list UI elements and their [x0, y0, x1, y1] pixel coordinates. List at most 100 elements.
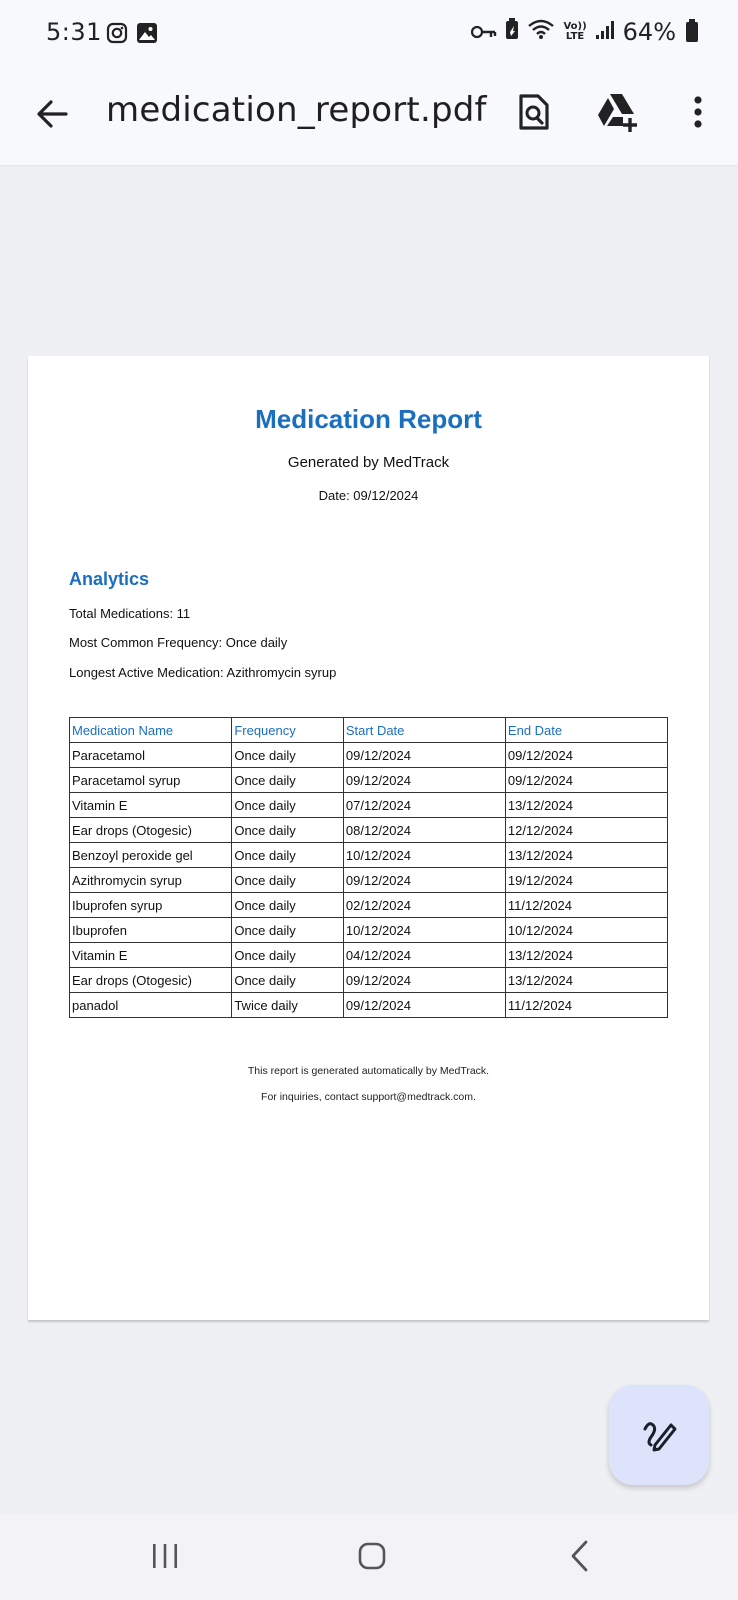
status-time: 5:31	[46, 18, 102, 46]
longest-active-medication: Longest Active Medication: Azithromycin …	[69, 665, 337, 680]
app-bar: medication_report.pdf	[0, 68, 738, 165]
table-cell: Benzoyl peroxide gel	[68, 842, 233, 868]
table-cell: Once daily	[231, 842, 344, 868]
table-cell: 11/12/2024	[504, 892, 669, 918]
report-footer-note: This report is generated automatically b…	[247, 1065, 490, 1077]
table-cell: 11/12/2024	[504, 992, 669, 1018]
vpn-key-icon	[471, 18, 497, 46]
table-cell: Paracetamol	[68, 742, 233, 768]
back-arrow-icon	[32, 100, 72, 138]
more-vert-icon	[692, 94, 704, 135]
report-footer-contact: For inquiries, contact support@medtrack.…	[261, 1091, 476, 1103]
table-header-row: Medication Name Frequency Start Date End…	[68, 717, 669, 743]
table-cell: 09/12/2024	[342, 992, 506, 1018]
recents-icon	[150, 1542, 180, 1575]
total-medications: Total Medications: 11	[69, 606, 191, 621]
table-cell: Vitamin E	[68, 942, 233, 968]
table-cell: Once daily	[231, 767, 344, 793]
status-bar: 5:31 Vo)) LTE 64%	[0, 0, 738, 68]
table-cell: Ear drops (Otogesic)	[68, 817, 233, 843]
back-button[interactable]	[32, 94, 72, 134]
table-row: Azithromycin syrup Once daily 09/12/2024 19…	[68, 867, 669, 893]
table-cell: 13/12/2024	[504, 942, 669, 968]
table-row: Vitamin E Once daily 07/12/2024 13/12/2024	[68, 792, 669, 818]
table-row: Ear drops (Otogesic) Once daily 08/12/2024…	[68, 817, 669, 843]
gallery-icon	[136, 22, 158, 48]
status-right-icons: Vo)) LTE 64%	[471, 18, 698, 46]
home-button[interactable]	[352, 1538, 392, 1578]
recents-button[interactable]	[145, 1538, 185, 1578]
signal-icon	[595, 18, 615, 46]
table-row: Ibuprofen Once daily 10/12/2024 10/12/2024	[68, 917, 669, 943]
battery-saver-icon	[505, 18, 519, 46]
status-left-icons	[106, 22, 158, 48]
battery-percent: 64%	[622, 18, 676, 46]
pdf-page: Medication Report Generated by MedTrack …	[28, 356, 709, 1320]
save-to-drive-button[interactable]	[596, 92, 640, 136]
document-title: medication_report.pdf	[106, 90, 487, 130]
table-cell: Azithromycin syrup	[68, 867, 233, 893]
home-icon	[357, 1541, 387, 1576]
table-cell: Once daily	[231, 792, 344, 818]
table-cell: 02/12/2024	[342, 892, 506, 918]
table-cell: 09/12/2024	[504, 742, 669, 768]
column-header: Frequency	[231, 717, 344, 743]
table-cell: 09/12/2024	[504, 767, 669, 793]
annotate-fab-button[interactable]	[609, 1385, 709, 1485]
table-cell: Once daily	[231, 742, 344, 768]
volte-indicator: Vo)) LTE	[563, 22, 586, 42]
table-cell: 09/12/2024	[342, 867, 506, 893]
find-in-page-button[interactable]	[512, 92, 556, 136]
table-row: Ear drops (Otogesic) Once daily 09/12/2024…	[68, 967, 669, 993]
table-cell: 09/12/2024	[342, 767, 506, 793]
table-cell: Ear drops (Otogesic)	[68, 967, 233, 993]
battery-icon	[686, 19, 698, 42]
table-cell: Ibuprofen	[68, 917, 233, 943]
wifi-icon	[527, 18, 555, 46]
analytics-heading: Analytics	[69, 569, 150, 589]
table-row: Paracetamol Once daily 09/12/2024 09/12/202…	[68, 742, 669, 768]
table-cell: 13/12/2024	[504, 842, 669, 868]
table-cell: 09/12/2024	[342, 967, 506, 993]
table-cell: 13/12/2024	[504, 792, 669, 818]
table-cell: Once daily	[231, 942, 344, 968]
nav-back-button[interactable]	[560, 1538, 600, 1578]
instagram-icon	[106, 22, 128, 48]
table-row: Benzoyl peroxide gel Once daily 10/12/2024…	[68, 842, 669, 868]
table-cell: 07/12/2024	[342, 792, 506, 818]
table-row: Paracetamol syrup Once daily 09/12/2024 09/…	[68, 767, 669, 793]
table-cell: Ibuprofen syrup	[68, 892, 233, 918]
table-cell: 10/12/2024	[342, 917, 506, 943]
table-cell: panadol	[68, 992, 233, 1018]
table-row: Ibuprofen syrup Once daily 02/12/2024 11/12…	[68, 892, 669, 918]
report-title: Medication Report	[255, 404, 482, 434]
annotate-pen-icon	[639, 1413, 679, 1458]
drive-add-icon	[596, 92, 640, 137]
table-cell: 10/12/2024	[504, 917, 669, 943]
table-row: Vitamin E Once daily 04/12/2024 13/12/2024	[68, 942, 669, 968]
table-cell: 13/12/2024	[504, 967, 669, 993]
table-cell: Paracetamol syrup	[68, 767, 233, 793]
table-cell: Once daily	[231, 892, 344, 918]
table-cell: Once daily	[231, 817, 344, 843]
lte-label: LTE	[565, 31, 585, 42]
table-cell: 09/12/2024	[342, 742, 506, 768]
table-cell: 19/12/2024	[504, 867, 669, 893]
table-cell: 12/12/2024	[504, 817, 669, 843]
table-cell: Vitamin E	[68, 792, 233, 818]
column-header: Medication Name	[68, 717, 233, 743]
column-header: Start Date	[342, 717, 506, 743]
system-nav-bar	[0, 1514, 738, 1600]
table-cell: Once daily	[231, 867, 344, 893]
column-header: End Date	[504, 717, 669, 743]
most-common-frequency: Most Common Frequency: Once daily	[69, 635, 288, 650]
report-date: Date: 09/12/2024	[318, 488, 419, 503]
more-options-button[interactable]	[676, 92, 720, 136]
find-in-page-icon	[518, 93, 550, 136]
table-cell: 10/12/2024	[342, 842, 506, 868]
table-cell: 04/12/2024	[342, 942, 506, 968]
back-icon	[568, 1539, 592, 1578]
report-subtitle: Generated by MedTrack	[287, 454, 450, 471]
table-cell: Once daily	[231, 917, 344, 943]
medication-table: Medication Name Frequency Start Date End…	[68, 717, 669, 1018]
